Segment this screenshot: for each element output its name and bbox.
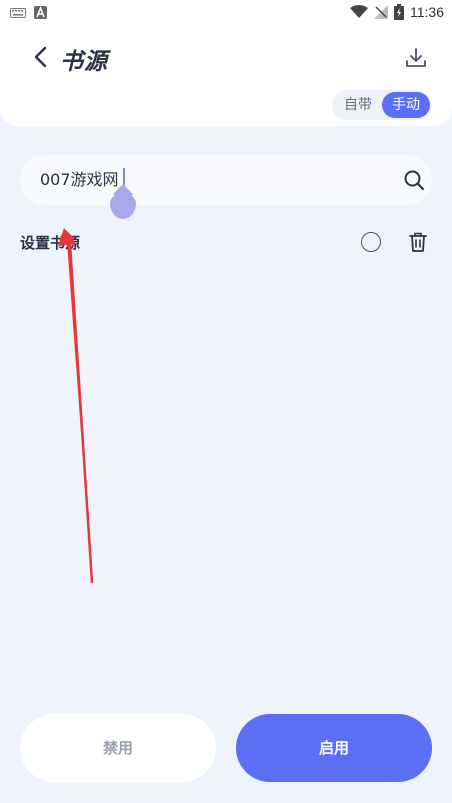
status-time: 11:36	[410, 4, 444, 20]
status-bar: 11:36	[0, 0, 452, 26]
back-icon[interactable]	[28, 44, 54, 70]
disable-button[interactable]: 禁用	[20, 714, 216, 782]
enable-button[interactable]: 启用	[236, 714, 432, 782]
caret-handle[interactable]	[110, 193, 136, 219]
a-box-icon	[34, 6, 47, 19]
keyboard-icon	[10, 7, 26, 18]
source-row: 设置书源	[20, 228, 432, 258]
battery-icon	[394, 4, 404, 20]
page-title: 书源	[60, 49, 108, 75]
download-icon[interactable]	[404, 46, 428, 70]
source-radio[interactable]	[361, 232, 381, 252]
search-input[interactable]: 007游戏网	[40, 155, 119, 205]
search-box: 007游戏网	[20, 155, 432, 219]
signal-icon	[374, 5, 388, 19]
trash-icon[interactable]	[407, 231, 429, 253]
search-icon[interactable]	[402, 168, 426, 192]
source-row-label: 设置书源	[20, 234, 81, 252]
wifi-icon	[350, 5, 368, 18]
toggle-manual[interactable]: 手动	[382, 92, 430, 118]
source-mode-toggle: 自带 手动	[332, 90, 432, 120]
toggle-builtin[interactable]: 自带	[334, 92, 382, 118]
header: 书源 自带 手动	[0, 26, 452, 126]
